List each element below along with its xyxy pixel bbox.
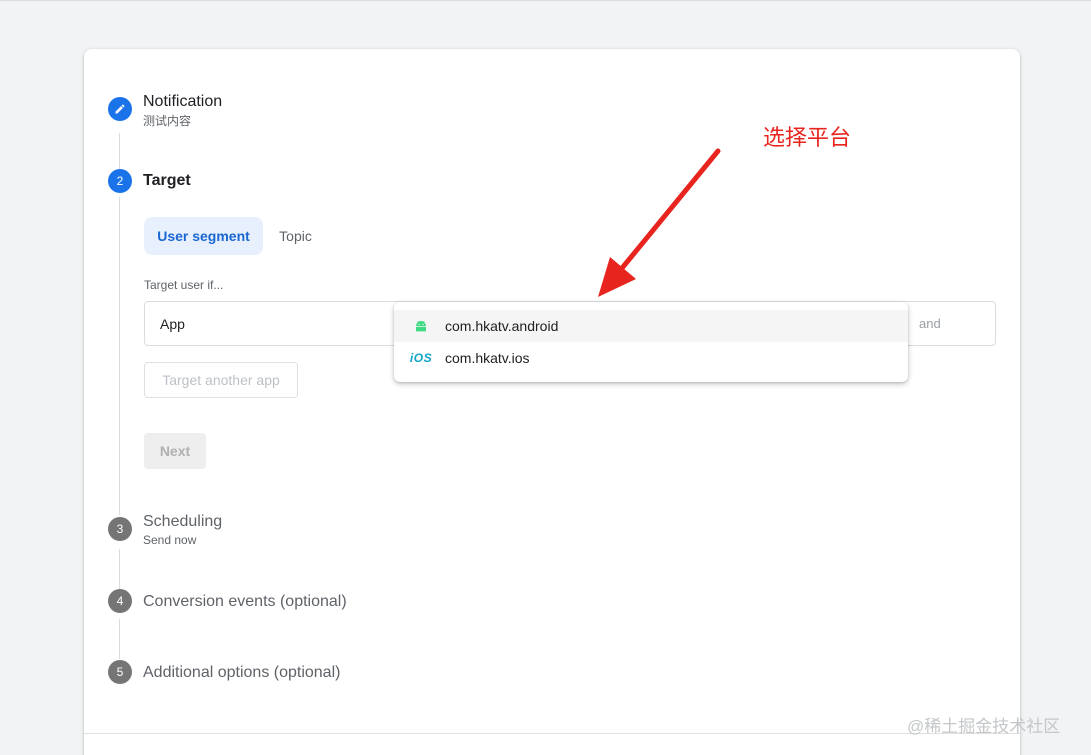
android-icon: [412, 317, 430, 335]
step-connector: [119, 549, 120, 589]
app-field-label: App: [160, 316, 185, 332]
step-1-subtitle: 测试内容: [143, 114, 192, 128]
next-button[interactable]: Next: [144, 433, 206, 469]
target-another-app-button[interactable]: Target another app: [144, 362, 298, 398]
step-connector: [119, 197, 120, 515]
step-1-title[interactable]: Notification: [143, 93, 222, 111]
step-3-title[interactable]: Scheduling: [143, 513, 222, 531]
step-4-title[interactable]: Conversion events (optional): [143, 593, 347, 611]
ios-icon: iOS: [409, 351, 433, 365]
and-label: and: [919, 316, 941, 331]
app-dropdown-menu: com.hkatv.android iOS com.hkatv.ios: [394, 302, 908, 382]
watermark-text: @稀土掘金技术社区: [907, 717, 1061, 736]
step-3-number: 3: [108, 517, 132, 541]
step-connector: [119, 619, 120, 659]
dropdown-option-android[interactable]: com.hkatv.android: [394, 310, 908, 342]
step-4-number: 4: [108, 589, 132, 613]
notification-composer-card: Notification 测试内容 2 Target User segment …: [84, 49, 1020, 755]
annotation-label: 选择平台: [763, 125, 852, 150]
card-footer-divider: [84, 733, 1020, 734]
step-connector: [119, 133, 120, 173]
step-1-edit-icon[interactable]: [108, 97, 132, 121]
tab-topic[interactable]: Topic: [268, 217, 323, 255]
step-2-title[interactable]: Target: [143, 172, 191, 190]
annotation-arrow-icon: [598, 148, 721, 297]
step-2-number: 2: [108, 169, 132, 193]
target-condition-label: Target user if...: [144, 278, 224, 292]
step-5-title[interactable]: Additional options (optional): [143, 664, 340, 682]
step-5-number: 5: [108, 660, 132, 684]
top-border: [0, 0, 1091, 1]
dropdown-option-ios[interactable]: iOS com.hkatv.ios: [394, 342, 908, 374]
dropdown-option-label: com.hkatv.ios: [445, 350, 530, 366]
step-3-subtitle: Send now: [143, 533, 197, 547]
tab-user-segment[interactable]: User segment: [144, 217, 263, 255]
dropdown-option-label: com.hkatv.android: [445, 318, 559, 334]
pencil-icon: [115, 104, 125, 114]
